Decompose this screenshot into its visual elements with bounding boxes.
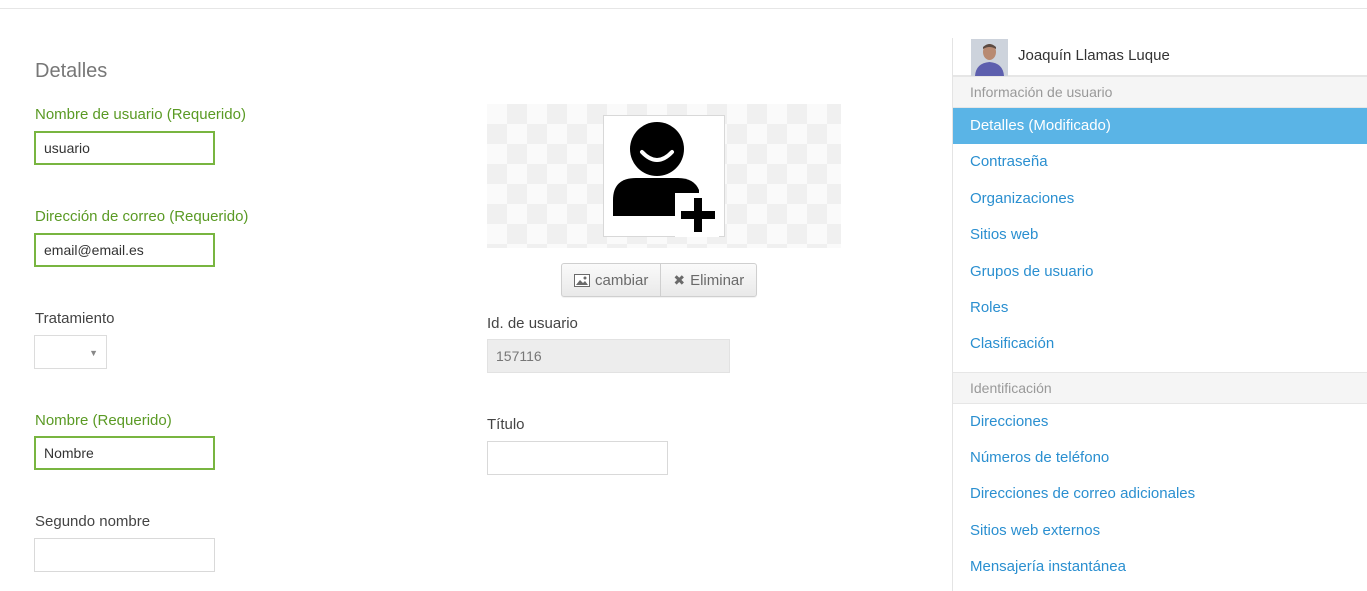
sidebar-item-organizations[interactable]: Organizaciones <box>953 181 1367 217</box>
sidebar-item-phone-numbers[interactable]: Números de teléfono <box>953 440 1367 476</box>
group-header-identification: Identificación <box>953 372 1367 404</box>
delete-avatar-button[interactable]: ✖ Eliminar <box>660 264 756 296</box>
middle-name-input[interactable] <box>34 538 215 572</box>
title-label: Título <box>487 416 525 433</box>
section-title: Detalles <box>35 60 108 82</box>
treatment-select[interactable]: ▼ <box>34 335 107 369</box>
change-avatar-button[interactable]: cambiar <box>562 264 660 296</box>
sidebar-item-addresses[interactable]: Direcciones <box>953 404 1367 440</box>
avatar <box>971 39 1008 76</box>
user-add-icon <box>613 122 719 237</box>
user-id-field: 157116 <box>487 339 730 373</box>
user-id-label: Id. de usuario <box>487 315 578 332</box>
image-icon <box>574 273 590 287</box>
title-input[interactable] <box>487 441 668 475</box>
sidebar-item-password[interactable]: Contraseña <box>953 144 1367 180</box>
first-name-input[interactable]: Nombre <box>34 436 215 470</box>
treatment-label: Tratamiento <box>35 310 115 327</box>
sidebar-item-external-websites[interactable]: Sitios web externos <box>953 513 1367 549</box>
first-name-label: Nombre (Requerido) <box>35 412 172 429</box>
delete-avatar-label: Eliminar <box>690 271 745 289</box>
group-header-user-info: Información de usuario <box>953 76 1367 108</box>
change-avatar-label: cambiar <box>595 271 649 289</box>
sidebar-item-instant-messaging[interactable]: Mensajería instantánea <box>953 549 1367 585</box>
sidebar-item-classification[interactable]: Clasificación <box>953 326 1367 362</box>
username-input[interactable]: usuario <box>34 131 215 165</box>
email-input[interactable]: email@email.es <box>34 233 215 267</box>
sidebar-item-details[interactable]: Detalles (Modificado) <box>953 108 1367 144</box>
avatar-button-group: cambiar ✖ Eliminar <box>561 263 758 297</box>
caret-down-icon: ▼ <box>89 348 98 358</box>
middle-name-label: Segundo nombre <box>35 513 151 530</box>
sidebar-item-user-groups[interactable]: Grupos de usuario <box>953 254 1367 290</box>
top-divider <box>0 8 1367 9</box>
sidebar-item-additional-emails[interactable]: Direcciones de correo adicionales <box>953 476 1367 512</box>
sidebar-user-name: Joaquín Llamas Luque <box>1018 47 1170 64</box>
username-label: Nombre de usuario (Requerido) <box>35 106 246 123</box>
sidebar-item-websites[interactable]: Sitios web <box>953 217 1367 253</box>
close-icon: ✖ <box>673 271 686 288</box>
avatar-box[interactable] <box>603 115 725 237</box>
sidebar: Joaquín Llamas Luque Información de usua… <box>952 38 1367 591</box>
sidebar-user-row: Joaquín Llamas Luque <box>953 38 1367 76</box>
email-label: Dirección de correo (Requerido) <box>35 208 249 225</box>
sidebar-item-roles[interactable]: Roles <box>953 290 1367 326</box>
